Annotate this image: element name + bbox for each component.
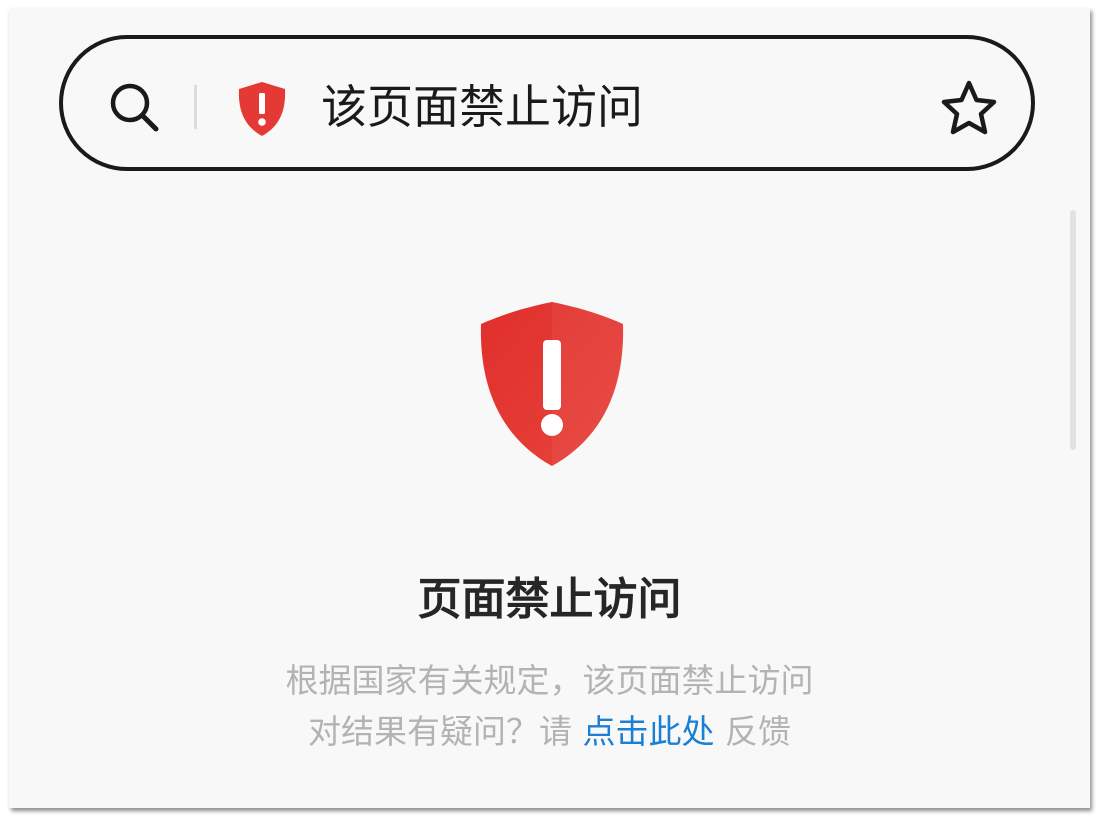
blocked-shield-icon — [477, 298, 627, 468]
address-status-text[interactable]: 该页面禁止访问 — [321, 77, 643, 137]
block-description: 根据国家有关规定，该页面禁止访问 — [285, 661, 814, 700]
feedback-line: 对结果有疑问？请 点击此处 反馈 — [9, 709, 1090, 755]
browser-viewport: 该页面禁止访问 页面禁止访问 根据国家有关规定，该页面禁止访问 对结果有疑问？请… — [9, 8, 1090, 808]
block-page-title: 页面禁止访问 — [417, 574, 682, 625]
address-bar-divider — [194, 85, 197, 129]
feedback-prefix: 对结果有疑问？请 — [308, 712, 572, 751]
security-shield-icon[interactable] — [235, 80, 289, 138]
bookmark-star-icon[interactable] — [939, 79, 999, 137]
scrollbar[interactable] — [1070, 210, 1076, 450]
address-bar[interactable]: 该页面禁止访问 — [59, 35, 1035, 171]
feedback-link[interactable]: 点击此处 — [583, 712, 715, 751]
search-icon[interactable] — [106, 79, 162, 135]
feedback-suffix: 反馈 — [725, 712, 791, 751]
